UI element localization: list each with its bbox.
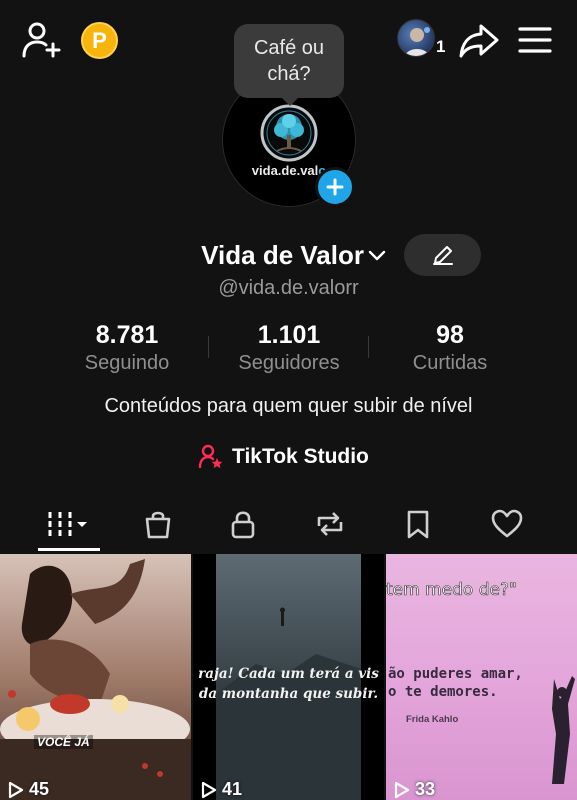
video-overlay-text: VOCÊ JÁ bbox=[34, 735, 93, 749]
chevron-down-icon bbox=[368, 250, 386, 260]
following-label: Seguindo bbox=[84, 352, 170, 374]
add-friend-button[interactable] bbox=[20, 20, 64, 60]
bio[interactable]: Conteúdos para quem quer subir de nível bbox=[0, 395, 577, 418]
video-thumbnail[interactable]: VOCÊ JÁ 45 bbox=[0, 554, 191, 800]
stat-divider bbox=[368, 336, 369, 358]
add-friend-icon bbox=[22, 22, 61, 58]
tab-private[interactable] bbox=[213, 498, 273, 550]
lock-icon bbox=[231, 511, 255, 539]
avatar-icon bbox=[404, 27, 430, 56]
menu-button[interactable] bbox=[515, 22, 555, 58]
active-tab-indicator bbox=[38, 548, 100, 551]
display-name-row[interactable]: Vida de Valor bbox=[0, 240, 400, 271]
share-icon bbox=[459, 24, 499, 58]
likes-count: 98 bbox=[436, 321, 464, 349]
bookmark-icon bbox=[407, 510, 429, 539]
plus-icon bbox=[326, 178, 344, 196]
followers-label: Seguidores bbox=[238, 352, 340, 374]
video-top-text: tem medo de?" bbox=[386, 580, 517, 601]
share-profile-button[interactable] bbox=[457, 20, 501, 60]
edit-profile-button[interactable] bbox=[404, 234, 481, 276]
video-caption-line: da montanha que subir. bbox=[198, 686, 379, 702]
pencil-icon bbox=[432, 246, 453, 265]
shopping-bag-icon bbox=[145, 511, 171, 539]
play-icon bbox=[8, 781, 24, 798]
view-count: 33 bbox=[394, 779, 435, 800]
coin-icon: P bbox=[92, 27, 107, 53]
account-count-badge: 1 bbox=[436, 37, 446, 56]
tab-shop[interactable] bbox=[128, 498, 188, 550]
repost-icon bbox=[317, 512, 343, 536]
play-icon bbox=[394, 781, 410, 798]
display-name: Vida de Valor bbox=[201, 240, 364, 270]
tab-favorites[interactable] bbox=[388, 498, 448, 550]
video-thumbnail[interactable]: raja! Cada um terá a vis da montanha que… bbox=[193, 554, 384, 800]
stat-likes[interactable]: 98 Curtidas bbox=[370, 320, 530, 376]
studio-label: TikTok Studio bbox=[232, 445, 369, 468]
video-thumbnail[interactable]: tem medo de?" ão puderes amar, o te demo… bbox=[386, 554, 577, 800]
tab-reposts[interactable] bbox=[300, 498, 360, 550]
note-bubble-tail bbox=[281, 97, 299, 106]
account-switcher-avatar[interactable] bbox=[397, 19, 435, 57]
video-caption-line: raja! Cada um terá a vis bbox=[198, 666, 379, 682]
add-story-button[interactable] bbox=[315, 167, 355, 207]
heart-icon bbox=[491, 509, 523, 538]
menu-icon bbox=[518, 27, 552, 53]
bath-scene-image bbox=[0, 554, 191, 800]
stat-following[interactable]: 8.781 Seguindo bbox=[47, 320, 207, 376]
view-count: 45 bbox=[8, 779, 49, 800]
tree-logo-icon bbox=[259, 103, 319, 163]
play-icon bbox=[201, 781, 217, 798]
studio-user-star-icon bbox=[198, 444, 223, 469]
username: @vida.de.valorr bbox=[218, 277, 359, 299]
coin-button[interactable]: P bbox=[81, 22, 118, 59]
following-count: 8.781 bbox=[95, 321, 159, 349]
followers-count: 1.101 bbox=[257, 321, 321, 349]
quote-author: Frida Kahlo bbox=[406, 714, 459, 725]
grid-videos-icon bbox=[48, 512, 87, 536]
stat-followers[interactable]: 1.101 Seguidores bbox=[209, 320, 369, 376]
silhouette-figure-image bbox=[552, 676, 575, 784]
likes-label: Curtidas bbox=[412, 352, 488, 374]
tab-liked[interactable] bbox=[477, 498, 537, 550]
note-bubble[interactable]: Café ou chá? bbox=[234, 24, 344, 98]
tiktok-studio-link[interactable]: TikTok Studio bbox=[198, 442, 369, 472]
tab-videos[interactable] bbox=[36, 498, 102, 550]
view-count: 41 bbox=[201, 779, 242, 800]
